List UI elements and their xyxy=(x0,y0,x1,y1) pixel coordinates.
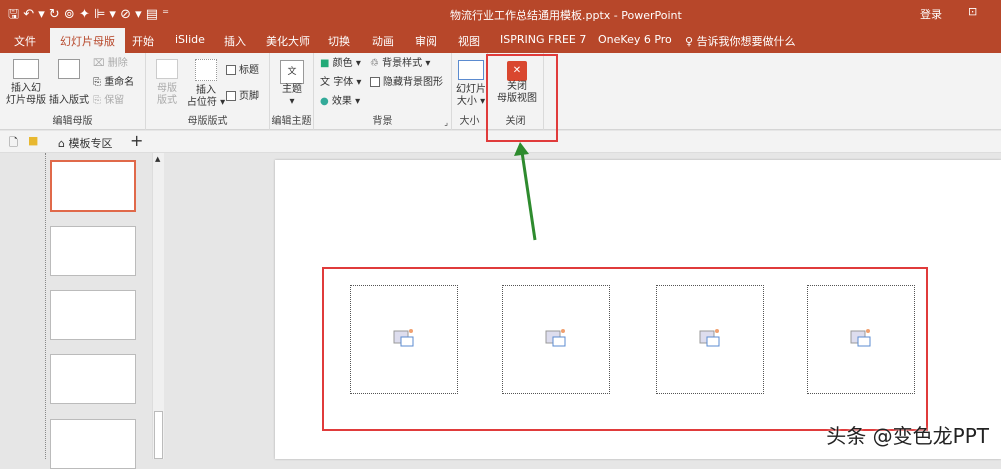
tab-transitions[interactable]: 切换 xyxy=(328,33,350,49)
bg-style-icon: ♲ xyxy=(370,58,379,69)
group-label: 编辑主题 xyxy=(271,116,312,127)
thumbnail-scrollbar[interactable]: ▲ xyxy=(152,153,164,459)
group-label: 母版版式 xyxy=(187,116,228,127)
insert-layout-icon xyxy=(58,59,80,79)
colors-button[interactable]: ■ 颜色 ▾ xyxy=(320,58,361,70)
dialog-launcher-icon[interactable]: ⌟ xyxy=(444,118,448,127)
group-label: 大小 xyxy=(459,116,480,127)
master-connector-line xyxy=(45,153,46,459)
colors-icon: ■ xyxy=(320,58,330,69)
green-arrow-icon xyxy=(514,142,537,241)
home-icon: ⌂ xyxy=(58,137,65,150)
folder-icon[interactable]: ■ xyxy=(28,134,38,147)
label: 标题 xyxy=(239,65,259,76)
master-layout-button[interactable]: 母版 版式 xyxy=(152,59,182,107)
watermark: 头条 @变色龙PPT xyxy=(826,424,989,448)
label: 重命名 xyxy=(104,77,135,88)
group-label: 编辑母版 xyxy=(52,116,93,127)
highlight-box-placeholders xyxy=(322,267,928,431)
insert-master-icon xyxy=(13,59,39,79)
label: 插入幻 灯片母版 xyxy=(6,83,46,106)
preserve-button[interactable]: ⎘ 保留 xyxy=(93,95,124,107)
fonts-icon: 文 xyxy=(320,77,330,88)
label: 母版 版式 xyxy=(157,83,177,106)
tab-slide-master[interactable]: 幻灯片母版 xyxy=(50,28,125,53)
tab-beautify[interactable]: 美化大师 xyxy=(266,33,310,49)
themes-button[interactable]: 文主题 ▾ xyxy=(278,60,306,108)
window-title: 物流行业工作总结通用模板.pptx - PowerPoint xyxy=(450,9,682,22)
add-tab-button[interactable]: + xyxy=(130,131,143,150)
tell-me-text: 告诉我你想要做什么 xyxy=(696,35,796,48)
tab-insert[interactable]: 插入 xyxy=(224,33,246,49)
tab-view[interactable]: 视图 xyxy=(458,33,480,49)
ribbon-display-icon[interactable]: ⊡ xyxy=(968,5,977,18)
rename-button[interactable]: ⎘ 重命名 xyxy=(93,77,134,89)
group-size: 幻灯片 大小 ▾ 大小 xyxy=(452,53,488,130)
label: 插入版式 xyxy=(49,95,89,106)
label: 颜色 ▾ xyxy=(332,58,361,69)
tab-ispring[interactable]: ISPRING FREE 7 xyxy=(500,33,586,46)
group-master-layout: 母版 版式 插入 占位符 ▾ 标题 页脚 母版版式 xyxy=(146,53,270,130)
group-label: 背景 xyxy=(372,116,393,127)
label: 背景样式 ▾ xyxy=(382,58,431,69)
slide-thumbnail[interactable] xyxy=(50,354,136,404)
label: 字体 ▾ xyxy=(333,77,362,88)
scrollbar-thumb[interactable] xyxy=(154,411,163,459)
highlight-box-close xyxy=(486,54,558,142)
tab-review[interactable]: 审阅 xyxy=(415,33,437,49)
label: 页脚 xyxy=(239,91,259,102)
insert-slide-master-button[interactable]: 插入幻 灯片母版 xyxy=(4,59,48,107)
label: 主题 xyxy=(282,84,302,95)
delete-button[interactable]: ⌧ 删除 xyxy=(93,58,128,70)
effects-button[interactable]: ● 效果 ▾ xyxy=(320,96,360,108)
ribbon-tabs: 文件 幻灯片母版 开始 iSlide 插入 美化大师 切换 动画 审阅 视图 I… xyxy=(0,28,1001,53)
new-file-icon[interactable]: 🗋 xyxy=(9,134,18,153)
title-bar: 🖫 ↶ ▾ ↻ ⊚ ✦ ⊫ ▾ ⊘ ▾ ▤ ⁼ 物流行业工作总结通用模板.ppt… xyxy=(0,0,1001,28)
group-edit-master: 插入幻 灯片母版 插入版式 ⌧ 删除 ⎘ 重命名 ⎘ 保留 编辑母版 xyxy=(0,53,146,130)
group-background: ■ 颜色 ▾ 文 字体 ▾ ● 效果 ▾ ♲ 背景样式 ▾ 隐藏背景图形 背景 … xyxy=(314,53,452,130)
footer-checkbox[interactable]: 页脚 xyxy=(226,91,259,103)
slide-thumbnail-pane[interactable] xyxy=(0,153,152,469)
group-edit-theme: 文主题 ▾ 编辑主题 xyxy=(270,53,314,130)
lightbulb-icon: ♀ xyxy=(685,35,694,48)
effects-icon: ● xyxy=(320,96,329,107)
fonts-button[interactable]: 文 字体 ▾ xyxy=(320,77,361,89)
slide-thumbnail[interactable] xyxy=(50,290,136,340)
template-tab[interactable]: ⌂ 模板专区 xyxy=(58,135,112,151)
label: 模板专区 xyxy=(68,137,113,150)
quick-access-toolbar[interactable]: 🖫 ↶ ▾ ↻ ⊚ ✦ ⊫ ▾ ⊘ ▾ ▤ ⁼ xyxy=(8,5,169,27)
placeholder-icon xyxy=(195,59,217,81)
label: 插入 占位符 ▾ xyxy=(186,85,226,108)
hide-background-checkbox[interactable]: 隐藏背景图形 xyxy=(370,77,443,89)
insert-layout-button[interactable]: 插入版式 xyxy=(48,59,90,107)
label: 删除 xyxy=(107,58,128,69)
scroll-up-icon[interactable]: ▲ xyxy=(155,155,160,163)
title-checkbox[interactable]: 标题 xyxy=(226,65,259,77)
label: 效果 ▾ xyxy=(331,96,361,107)
tab-onekey[interactable]: OneKey 6 Pro xyxy=(598,33,672,46)
label: 保留 xyxy=(104,95,125,106)
slide-thumbnail[interactable] xyxy=(50,160,136,212)
label: 幻灯片 大小 ▾ xyxy=(456,84,486,107)
insert-placeholder-button[interactable]: 插入 占位符 ▾ xyxy=(184,59,228,109)
theme-icon: 文 xyxy=(280,60,304,84)
tab-home[interactable]: 开始 xyxy=(132,33,154,49)
tab-animations[interactable]: 动画 xyxy=(372,33,394,49)
tab-islide[interactable]: iSlide xyxy=(175,33,205,46)
slide-thumbnail[interactable] xyxy=(50,226,136,276)
label: 隐藏背景图形 xyxy=(383,77,443,88)
slide-size-button[interactable]: 幻灯片 大小 ▾ xyxy=(456,60,486,108)
layout-icon xyxy=(156,59,178,79)
slide-size-icon xyxy=(458,60,484,80)
login-link[interactable]: 登录 xyxy=(920,6,942,22)
tell-me-search[interactable]: ♀ 告诉我你想要做什么 xyxy=(685,33,796,49)
slide-thumbnail[interactable] xyxy=(50,419,136,469)
tab-file[interactable]: 文件 xyxy=(14,33,36,49)
background-styles-button[interactable]: ♲ 背景样式 ▾ xyxy=(370,58,430,70)
